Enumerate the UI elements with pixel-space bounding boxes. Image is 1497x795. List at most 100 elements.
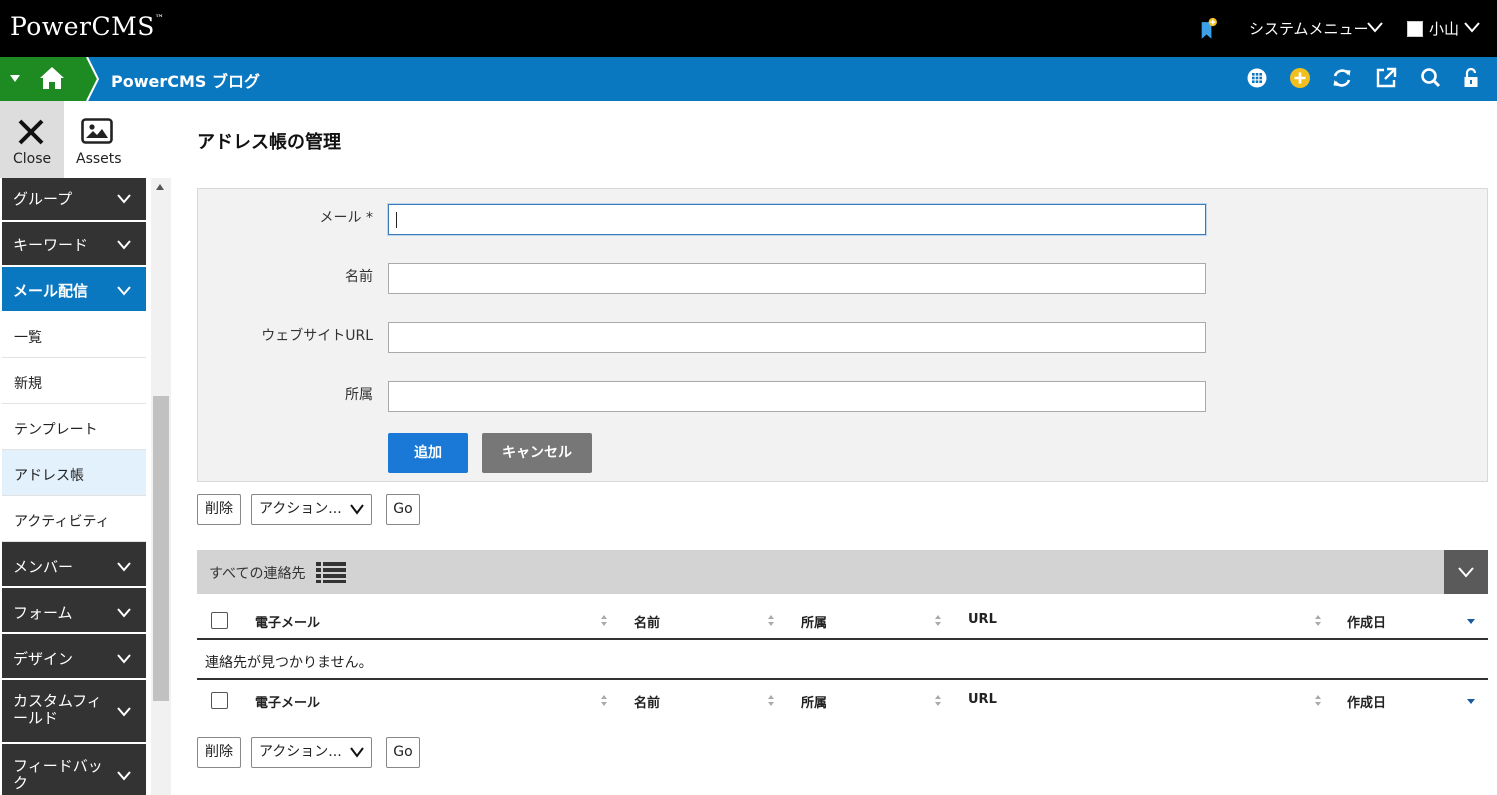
scroll-up-icon[interactable] [156, 184, 164, 190]
close-icon[interactable] [17, 118, 45, 146]
column-email[interactable]: 電子メール [255, 612, 320, 631]
sidebar-subitem-activity[interactable]: アクティビティ [2, 496, 146, 542]
action-select-value: アクション... [259, 744, 342, 760]
sidebar-item-label: カスタムフィールド [13, 692, 102, 727]
sidebar-subitem-list[interactable]: 一覧 [2, 312, 146, 358]
logo-tm: ™ [154, 14, 165, 24]
sort-icon[interactable] [601, 695, 607, 706]
image-icon[interactable] [81, 118, 113, 144]
column-affiliation[interactable]: 所属 [801, 692, 827, 711]
column-affiliation[interactable]: 所属 [801, 612, 827, 631]
delete-button[interactable]: 削除 [197, 494, 241, 525]
add-button[interactable]: 追加 [388, 433, 468, 473]
chevron-down-icon [117, 240, 131, 250]
chevron-down-icon [117, 286, 131, 296]
email-label: メール * [319, 210, 373, 226]
sidebar-item-keyword[interactable]: キーワード [2, 222, 146, 267]
table-footer: 電子メール 名前 所属 URL 作成日 [197, 680, 1488, 720]
sort-icon[interactable] [1315, 615, 1321, 626]
chevron-down-icon[interactable] [1366, 17, 1384, 37]
grid-globe-icon[interactable] [1246, 67, 1268, 89]
sort-icon[interactable] [601, 615, 607, 626]
page-title: アドレス帳の管理 [197, 132, 341, 153]
chevron-down-icon[interactable] [1463, 17, 1481, 37]
column-created[interactable]: 作成日 [1347, 612, 1386, 631]
sidebar-subitem-label: テンプレート [14, 422, 98, 438]
external-link-icon[interactable] [1375, 67, 1397, 89]
sort-icon[interactable] [935, 695, 941, 706]
search-icon[interactable] [1420, 67, 1442, 89]
sidebar-item-form[interactable]: フォーム [2, 588, 146, 634]
column-created[interactable]: 作成日 [1347, 692, 1386, 711]
sort-desc-icon[interactable] [1467, 619, 1475, 624]
sidebar-item-group[interactable]: グループ [2, 178, 146, 222]
name-field[interactable] [388, 263, 1206, 294]
chevron-down-icon [1458, 567, 1474, 578]
sidebar-item-label: メンバー [13, 558, 74, 576]
user-name: 小山 [1429, 20, 1460, 38]
sidebar-subitem-label: アドレス帳 [14, 468, 84, 484]
home-icon[interactable] [39, 66, 65, 90]
chevron-down-icon [117, 608, 131, 618]
unlock-icon[interactable] [1461, 67, 1481, 89]
sidebar-subitem-address-book[interactable]: アドレス帳 [2, 450, 146, 496]
caret-down-icon[interactable] [10, 75, 20, 82]
sidebar-subitem-template[interactable]: テンプレート [2, 404, 146, 450]
sidebar-item-label: フォーム [13, 604, 73, 622]
sort-icon[interactable] [935, 615, 941, 626]
action-select[interactable]: アクション... [251, 494, 372, 525]
list-header [197, 550, 1444, 594]
sidebar-item-label: キーワード [13, 236, 89, 254]
sidebar-item-feedback[interactable]: フィードバック [2, 744, 146, 795]
sidebar-item-label: メール配信 [13, 282, 89, 300]
chevron-down-icon [350, 747, 364, 758]
sidebar-item-member[interactable]: メンバー [2, 542, 146, 588]
avatar[interactable] [1407, 21, 1423, 37]
powercms-logo[interactable]: PowerCMS™ [10, 12, 164, 41]
blog-title-text: PowerCMS ブログ [111, 72, 261, 91]
go-button[interactable]: Go [386, 737, 420, 768]
system-menu[interactable]: システムメニュー [1249, 18, 1369, 39]
list-icon[interactable] [316, 561, 346, 583]
close-label[interactable]: Close [13, 151, 51, 167]
blog-title[interactable]: PowerCMS ブログ [111, 68, 260, 92]
sidebar-subitem-new[interactable]: 新規 [2, 358, 146, 404]
chevron-down-icon [117, 771, 131, 781]
sidebar-item-custom-field[interactable]: カスタムフィールド [2, 680, 146, 744]
bookmark-add-icon[interactable] [1201, 14, 1219, 44]
add-icon[interactable] [1289, 67, 1311, 89]
empty-message: 連絡先が見つかりません。 [205, 655, 373, 671]
column-email[interactable]: 電子メール [255, 692, 320, 711]
sort-icon[interactable] [768, 695, 774, 706]
table-header: 電子メール 名前 所属 URL 作成日 [197, 600, 1488, 640]
sidebar-item-mail-delivery[interactable]: メール配信 [2, 267, 146, 313]
empty-row: 連絡先が見つかりません。 [197, 642, 1488, 680]
list-collapse-button[interactable] [1444, 550, 1488, 594]
chevron-down-icon [350, 504, 364, 515]
select-all-checkbox[interactable] [211, 692, 228, 709]
column-url[interactable]: URL [968, 692, 997, 707]
delete-button[interactable]: 削除 [197, 737, 241, 768]
affiliation-field[interactable] [388, 381, 1206, 412]
sidebar-scroll-thumb[interactable] [153, 396, 169, 701]
name-label: 名前 [345, 269, 373, 285]
refresh-icon[interactable] [1331, 67, 1353, 89]
list-title: すべての連絡先 [209, 566, 306, 582]
select-all-checkbox[interactable] [211, 612, 228, 629]
sidebar-item-label: グループ [13, 190, 73, 208]
assets-label[interactable]: Assets [76, 151, 122, 167]
action-select[interactable]: アクション... [251, 737, 372, 768]
website-url-field[interactable] [388, 322, 1206, 353]
sort-icon[interactable] [768, 615, 774, 626]
cancel-button[interactable]: キャンセル [482, 433, 592, 473]
go-button[interactable]: Go [386, 494, 420, 525]
sort-desc-icon[interactable] [1467, 699, 1475, 704]
column-url[interactable]: URL [968, 612, 997, 627]
sort-icon[interactable] [1315, 695, 1321, 706]
sidebar-item-design[interactable]: デザイン [2, 634, 146, 680]
column-name[interactable]: 名前 [634, 692, 660, 711]
user-menu[interactable]: 小山 [1429, 18, 1459, 39]
action-select-value: アクション... [259, 501, 342, 517]
column-name[interactable]: 名前 [634, 612, 660, 631]
email-field[interactable] [388, 204, 1206, 235]
